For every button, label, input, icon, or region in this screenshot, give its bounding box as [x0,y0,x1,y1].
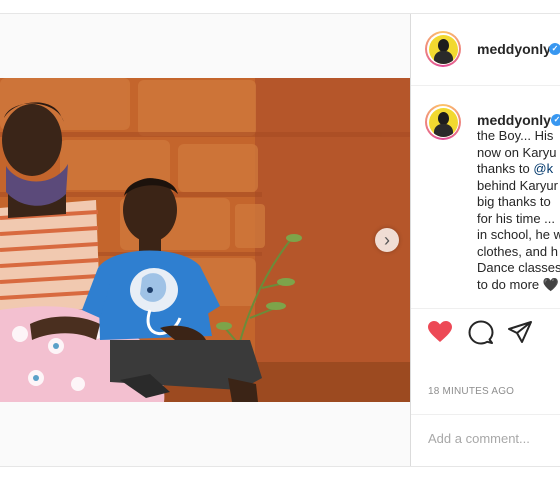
top-nav-bar [0,0,560,14]
caption-text-segment: now on Karyu [477,144,557,160]
caption-line: big thanks to [477,194,551,210]
caption-line: clothes, and h [477,244,558,260]
caption-line: for his time ... [477,211,555,227]
caption-line: to do more 🖤 [477,277,559,293]
comment-icon[interactable] [468,320,494,346]
post-header: meddyonly ✓ [411,14,560,86]
caption-line: thanks to @k [477,161,553,177]
comment-input[interactable] [428,428,560,448]
caption-text-segment: big thanks to [477,194,551,209]
caption-username[interactable]: meddyonly [477,112,551,128]
caption-line: behind Karyur [477,178,558,194]
divider [411,414,560,415]
caption-line: now on Karyu [477,145,557,161]
caption-text-segment: in school, he w [477,227,560,242]
header-username[interactable]: meddyonly [477,41,551,57]
divider [411,308,560,309]
next-photo-button[interactable]: › [375,228,399,252]
heart-icon[interactable] [427,320,453,344]
post-sidebar: meddyonly ✓ meddyonly ✓ the Boy... His no… [410,14,560,466]
caption-text-segment: clothes, and h [477,243,558,259]
caption-text-segment: behind Karyur [477,177,558,193]
caption-avatar-image [428,107,458,137]
caption-line: the Boy... His [477,128,553,144]
caption-text-segment: thanks to [477,161,534,176]
chevron-right-icon: › [384,230,390,250]
post-photo[interactable] [0,78,410,402]
caption-avatar[interactable] [425,104,461,140]
verified-badge-icon: ✓ [549,43,560,55]
caption-text-segment: for his time ... [477,210,556,226]
post-timestamp: 18 MINUTES AGO [428,386,515,397]
caption-text-segment: to do more 🖤 [477,276,559,292]
caption-line: in school, he w [477,227,560,243]
avatar-image [428,34,458,64]
bottom-bar [0,466,560,481]
avatar[interactable] [425,31,461,67]
caption: meddyonly ✓ the Boy... His now on Karyu th… [411,86,560,308]
share-icon[interactable] [507,320,533,344]
caption-text-segment: Dance classes [477,260,560,275]
caption-line: Dance classes [477,260,560,276]
mention-link[interactable]: @k [533,161,553,176]
verified-badge-icon: ✓ [551,114,560,126]
caption-text-segment: the Boy... His [477,128,554,143]
